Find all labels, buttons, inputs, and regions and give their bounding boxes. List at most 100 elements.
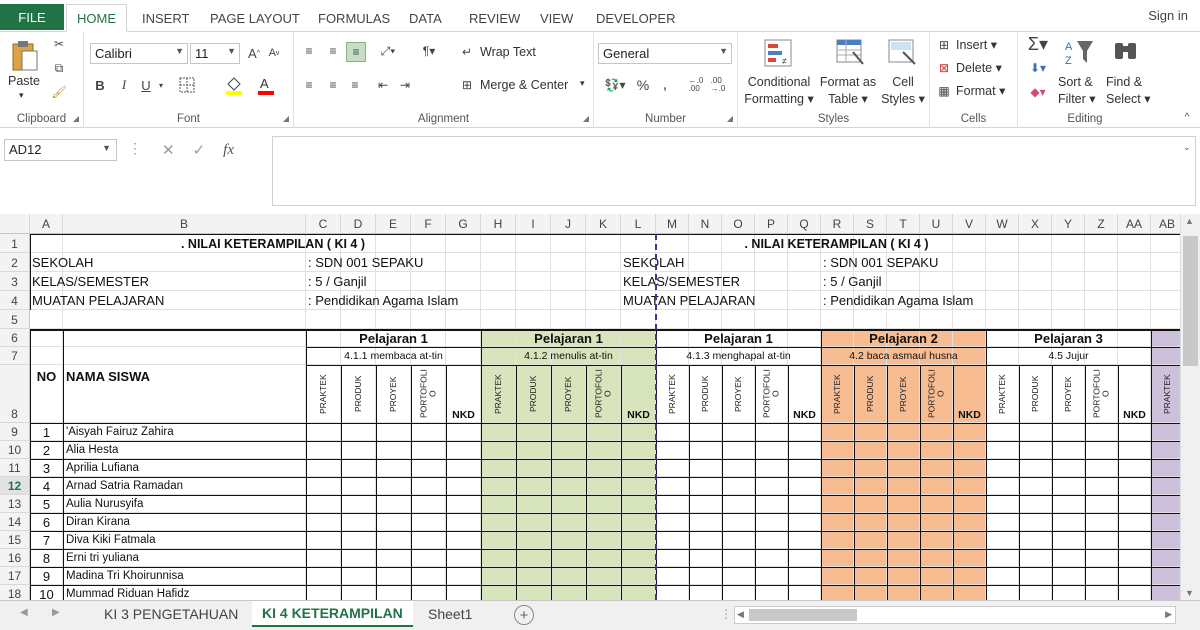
tab-data[interactable]: DATA <box>399 4 452 32</box>
col-header-i[interactable]: I <box>516 214 551 234</box>
font-color-icon[interactable]: A <box>254 74 278 96</box>
row-header-12[interactable]: 12 <box>0 477 30 495</box>
tab-home[interactable]: HOME <box>66 4 127 32</box>
add-sheet-icon[interactable]: + <box>514 605 534 625</box>
col-header-a[interactable]: A <box>30 214 63 234</box>
fill-icon[interactable]: ⬇▾ <box>1024 58 1052 78</box>
autosum-icon[interactable]: Σ▾ <box>1024 34 1052 54</box>
middle-align-icon[interactable]: ≡ <box>324 42 342 60</box>
cut-icon[interactable]: ✂ <box>50 36 68 52</box>
sheet-tab-ki3[interactable]: KI 3 PENGETAHUAN <box>94 601 248 627</box>
insert-cells-icon[interactable]: ⊞ <box>936 37 952 53</box>
row-header-16[interactable]: 16 <box>0 549 30 567</box>
align-left-icon[interactable]: ≡ <box>300 76 318 94</box>
fill-color-icon[interactable] <box>222 74 246 96</box>
row-header-5[interactable]: 5 <box>0 310 30 329</box>
formula-input[interactable] <box>272 136 1196 206</box>
col-header-n[interactable]: N <box>689 214 722 234</box>
col-header-r[interactable]: R <box>821 214 854 234</box>
row-header-7[interactable]: 7 <box>0 347 30 365</box>
scroll-down-icon[interactable]: ▼ <box>1185 588 1194 598</box>
col-header-m[interactable]: M <box>656 214 689 234</box>
orientation-icon[interactable]: ⤢▾ <box>374 42 402 60</box>
col-header-s[interactable]: S <box>854 214 887 234</box>
clipboard-launcher-icon[interactable]: ◢ <box>73 114 79 123</box>
cell-styles-button[interactable]: Cell Styles ▾ <box>878 74 928 108</box>
format-cells-button[interactable]: Format ▾ <box>956 83 1005 98</box>
col-header-z[interactable]: Z <box>1085 214 1118 234</box>
row-header-4[interactable]: 4 <box>0 291 30 310</box>
percent-button[interactable]: % <box>636 76 650 94</box>
insert-cells-button[interactable]: Insert ▾ <box>956 37 997 52</box>
format-as-table-icon[interactable] <box>834 36 866 70</box>
increase-indent-icon[interactable]: ⇥ <box>396 76 414 94</box>
horizontal-scroll-thumb[interactable] <box>749 609 857 621</box>
col-header-c[interactable]: C <box>306 214 341 234</box>
tab-insert[interactable]: INSERT <box>132 4 199 32</box>
insert-function-icon[interactable]: fx <box>223 142 234 159</box>
col-header-t[interactable]: T <box>887 214 920 234</box>
scroll-up-icon[interactable]: ▲ <box>1185 216 1194 226</box>
increase-decimal-icon[interactable]: ←.0.00 <box>686 76 706 94</box>
col-header-j[interactable]: J <box>551 214 586 234</box>
sort-filter-button[interactable]: Sort & Filter ▾ <box>1058 74 1096 108</box>
scroll-right-icon[interactable]: ▶ <box>1165 609 1172 620</box>
find-select-button[interactable]: Find & Select ▾ <box>1106 74 1151 108</box>
prev-sheet-icon[interactable]: ◀ <box>20 607 28 618</box>
merge-center-icon[interactable]: ⊞ <box>458 77 476 93</box>
font-launcher-icon[interactable]: ◢ <box>283 114 289 123</box>
underline-button[interactable]: U <box>138 76 154 94</box>
find-select-icon[interactable] <box>1110 36 1142 68</box>
alignment-launcher-icon[interactable]: ◢ <box>583 114 589 123</box>
col-header-f[interactable]: F <box>411 214 446 234</box>
sheet-tab-sheet1[interactable]: Sheet1 <box>418 601 482 627</box>
scroll-left-icon[interactable]: ◀ <box>737 609 744 620</box>
col-header-x[interactable]: X <box>1019 214 1052 234</box>
decrease-decimal-icon[interactable]: .00 →.0 <box>708 76 728 94</box>
tab-review[interactable]: REVIEW <box>459 4 530 32</box>
col-header-w[interactable]: W <box>986 214 1019 234</box>
align-center-icon[interactable]: ≡ <box>324 76 342 94</box>
row-header-3[interactable]: 3 <box>0 272 30 291</box>
collapse-ribbon-icon[interactable]: ^ <box>1180 110 1194 124</box>
row-header-9[interactable]: 9 <box>0 423 30 441</box>
expand-formula-bar-icon[interactable]: ⌄ <box>1183 142 1191 153</box>
merge-dropdown-icon[interactable]: ▾ <box>580 78 585 89</box>
copy-icon[interactable]: ⧉ <box>50 60 68 76</box>
row-header-10[interactable]: 10 <box>0 441 30 459</box>
cell-styles-icon[interactable] <box>886 36 918 70</box>
col-header-b[interactable]: B <box>63 214 306 234</box>
col-header-v[interactable]: V <box>953 214 986 234</box>
cancel-icon[interactable]: ✕ <box>162 141 175 159</box>
row-header-2[interactable]: 2 <box>0 253 30 272</box>
col-header-q[interactable]: Q <box>788 214 821 234</box>
wrap-text-button[interactable]: Wrap Text <box>480 45 536 59</box>
italic-button[interactable]: I <box>116 76 132 94</box>
row-header-13[interactable]: 13 <box>0 495 30 513</box>
col-header-ab[interactable]: AB <box>1151 214 1180 234</box>
col-header-p[interactable]: P <box>755 214 788 234</box>
sheet-tab-ki4[interactable]: KI 4 KETERAMPILAN <box>252 601 413 627</box>
enter-icon[interactable]: ✓ <box>193 141 206 159</box>
increase-font-icon[interactable]: A ^ <box>246 44 262 62</box>
row-header-11[interactable]: 11 <box>0 459 30 477</box>
col-header-aa[interactable]: AA <box>1118 214 1151 234</box>
next-sheet-icon[interactable]: ▶ <box>52 607 60 618</box>
delete-cells-icon[interactable]: ⊠ <box>936 60 952 76</box>
paste-icon[interactable] <box>8 38 42 74</box>
row-header-6[interactable]: 6 <box>0 329 30 347</box>
decrease-indent-icon[interactable]: ⇤ <box>374 76 392 94</box>
decrease-font-icon[interactable]: Av <box>266 44 282 62</box>
top-align-icon[interactable]: ≡ <box>300 42 318 60</box>
number-launcher-icon[interactable]: ◢ <box>727 114 733 123</box>
font-name-select[interactable]: Calibri ▼ <box>90 43 188 64</box>
row-header-14[interactable]: 14 <box>0 513 30 531</box>
worksheet-grid[interactable]: A B C D E F G H I J K L M N O P Q R S T U V W X Y Z AA AB 1 2 3 4 5 6 7 8 9 1… <box>0 214 1180 600</box>
tab-file[interactable]: FILE <box>0 4 64 30</box>
underline-dropdown-icon[interactable]: ▾ <box>156 76 166 94</box>
tab-formulas[interactable]: FORMULAS <box>308 4 400 32</box>
paste-dropdown-icon[interactable]: ▾ <box>19 90 24 101</box>
col-header-u[interactable]: U <box>920 214 953 234</box>
col-header-o[interactable]: O <box>722 214 755 234</box>
format-as-table-button[interactable]: Format as Table ▾ <box>818 74 878 108</box>
